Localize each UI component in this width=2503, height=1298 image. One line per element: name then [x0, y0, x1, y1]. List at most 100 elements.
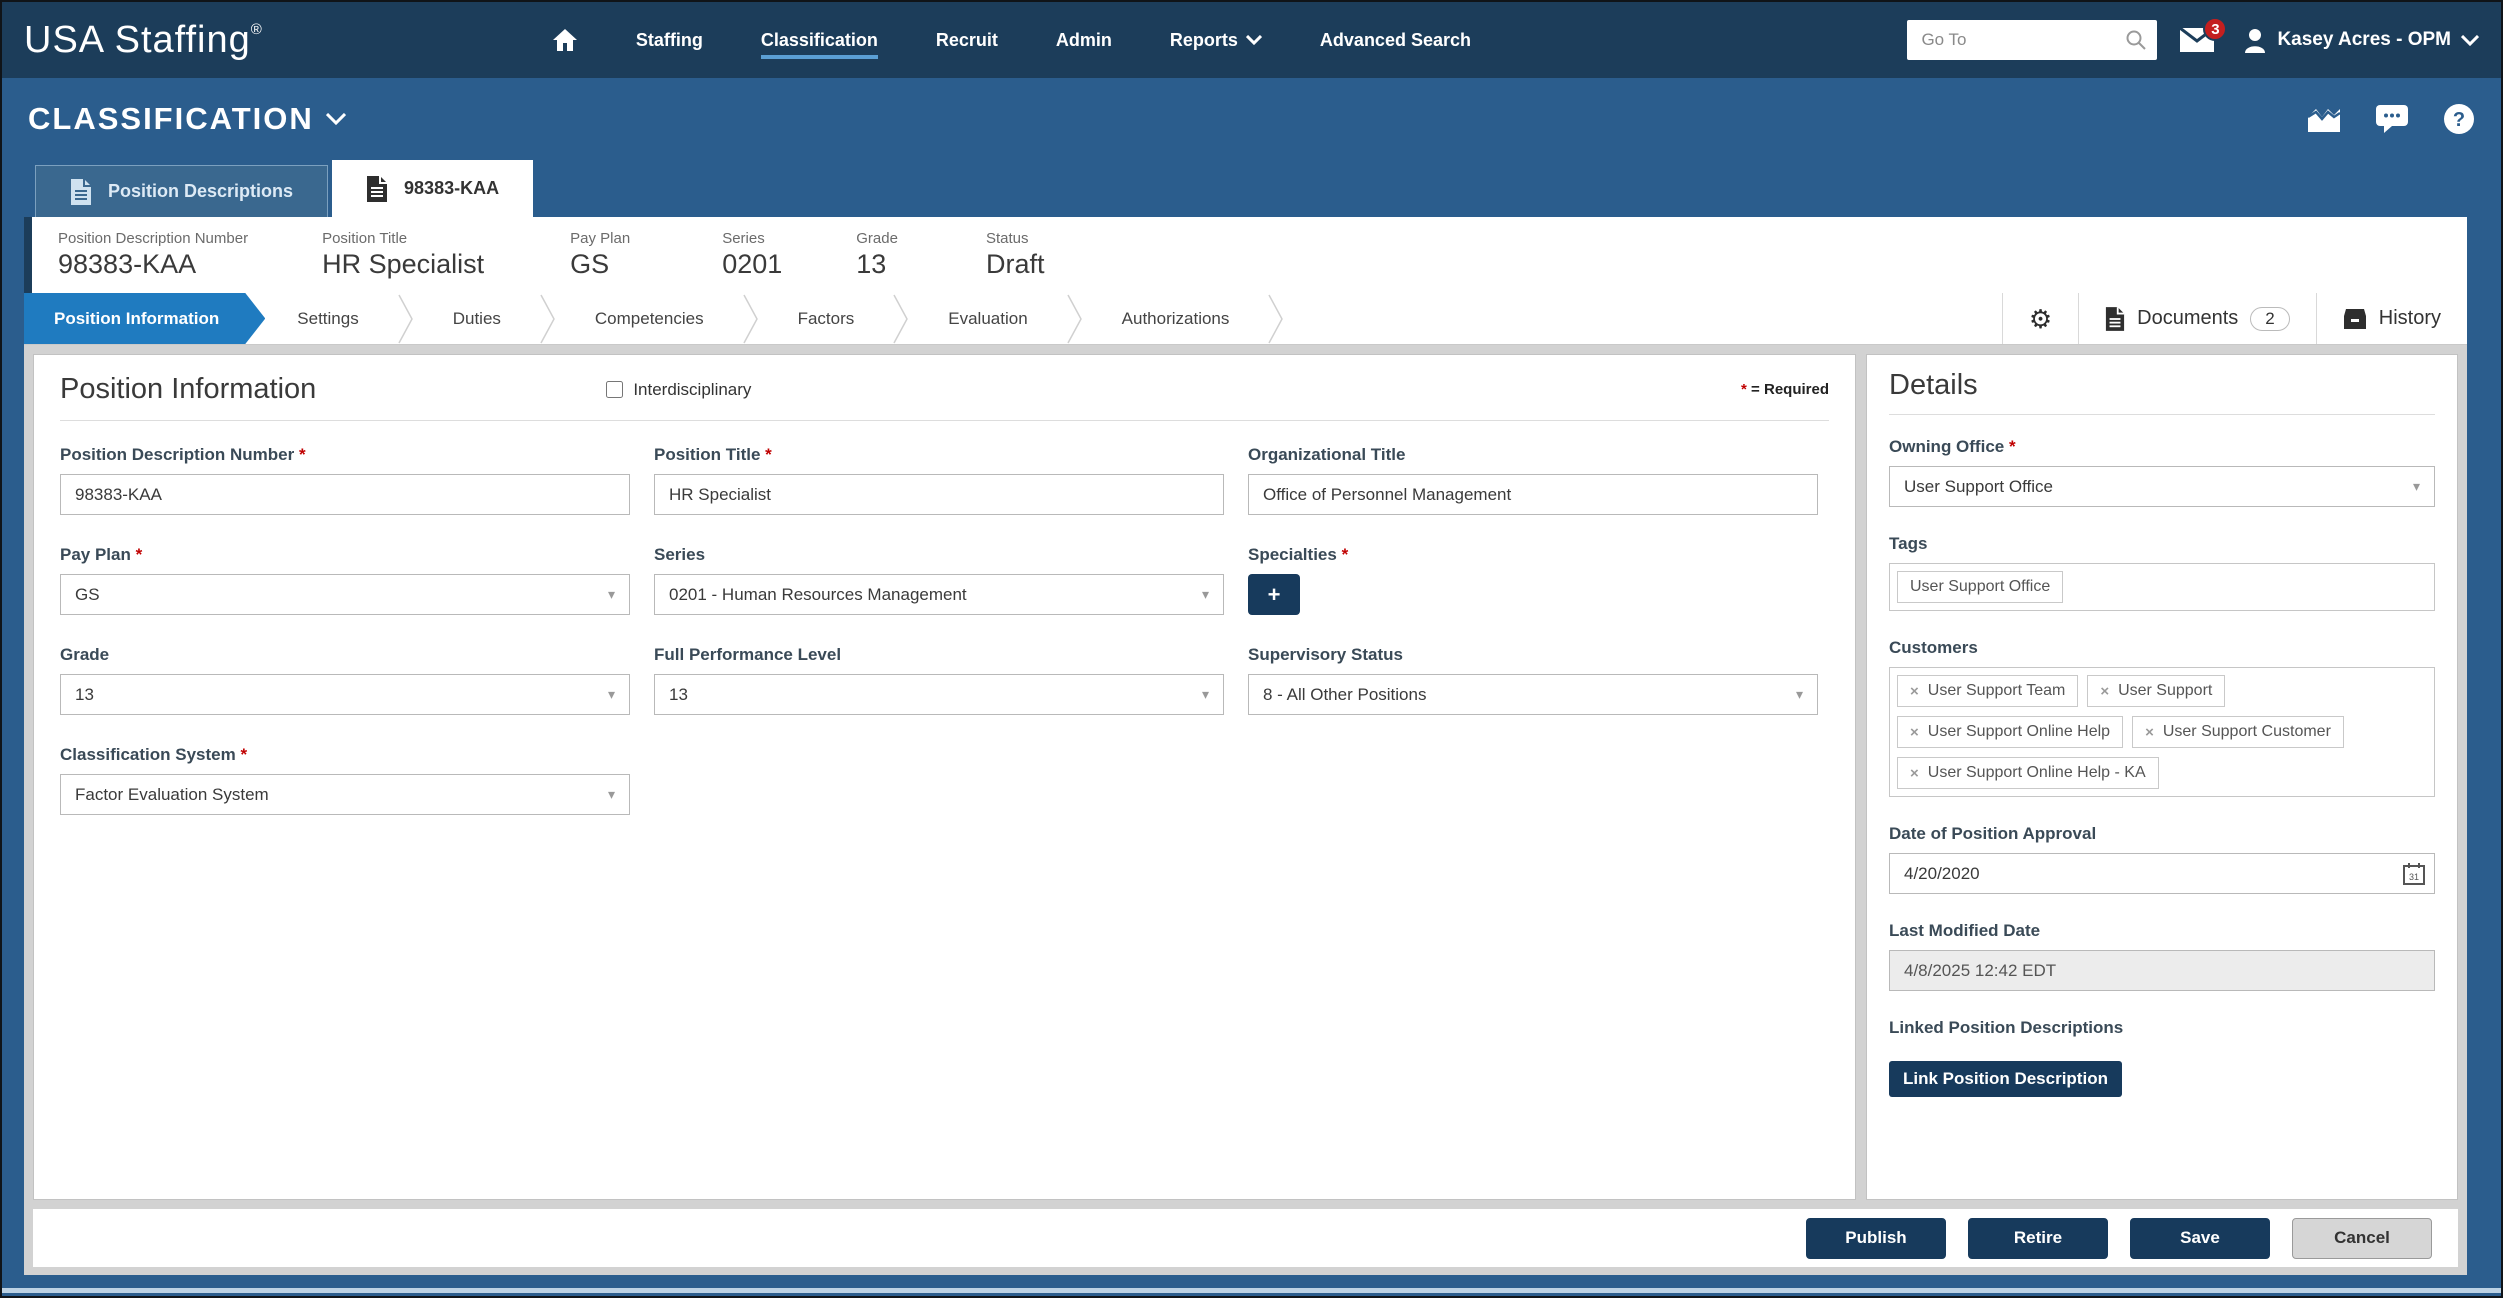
cards-row: Position Information Interdisciplinary *… — [33, 354, 2458, 1200]
documents-button[interactable]: Documents 2 — [2078, 293, 2316, 344]
caret-down-icon: ▾ — [2413, 478, 2420, 495]
nav-item-reports[interactable]: Reports — [1170, 22, 1262, 59]
customer-chip: × User Support Online Help - KA — [1897, 757, 2159, 789]
inbox-icon-svg — [2307, 105, 2341, 133]
step-competencies[interactable]: Competencies — [557, 293, 742, 344]
remove-chip-icon[interactable]: × — [1910, 765, 1919, 782]
customer-chip: × User Support Customer — [2132, 716, 2344, 748]
organizational-title-input[interactable] — [1248, 474, 1818, 515]
summary-value: GS — [570, 249, 630, 280]
position-title-input[interactable] — [654, 474, 1224, 515]
top-navigation-bar: USA Staffing ® Staffing Classification R… — [2, 2, 2501, 78]
remove-chip-icon[interactable]: × — [2100, 683, 2109, 700]
chevron-down-icon — [2461, 35, 2479, 46]
linked-position-descriptions-section: Linked Position Descriptions Link Positi… — [1889, 1018, 2435, 1097]
cancel-button[interactable]: Cancel — [2292, 1218, 2432, 1259]
series-select[interactable]: 0201 - Human Resources Management ▾ — [654, 574, 1224, 615]
home-icon[interactable] — [552, 20, 578, 60]
field-grade: Grade 13 ▾ — [60, 645, 630, 715]
approval-date-input[interactable] — [1889, 853, 2435, 894]
step-factors[interactable]: Factors — [760, 293, 893, 344]
nav-item-admin[interactable]: Admin — [1056, 22, 1112, 59]
save-button[interactable]: Save — [2130, 1218, 2270, 1259]
position-information-panel: Position Information Interdisciplinary *… — [33, 354, 1856, 1200]
inbox-icon[interactable] — [2307, 105, 2341, 133]
field-supervisory-status: Supervisory Status 8 - All Other Positio… — [1248, 645, 1818, 715]
tab-label: 98383-KAA — [404, 178, 499, 199]
documents-label: Documents — [2137, 307, 2238, 330]
classification-system-select[interactable]: Factor Evaluation System ▾ — [60, 774, 630, 815]
summary-value: 98383-KAA — [58, 249, 248, 280]
summary-label: Position Description Number — [58, 230, 248, 247]
remove-chip-icon[interactable]: × — [2145, 724, 2154, 741]
field-pay-plan: Pay Plan * GS ▾ — [60, 545, 630, 615]
full-performance-level-select[interactable]: 13 ▾ — [654, 674, 1224, 715]
details-header: Details — [1889, 369, 2435, 415]
summary-value: Draft — [986, 249, 1045, 280]
nav-item-classification[interactable]: Classification — [761, 22, 878, 59]
user-menu[interactable]: Kasey Acres - OPM — [2243, 27, 2479, 53]
gear-icon: ⚙ — [2029, 306, 2052, 332]
field-label: Series — [654, 545, 1224, 565]
tab-position-descriptions[interactable]: Position Descriptions — [35, 165, 328, 217]
customer-chip: × User Support Online Help — [1897, 716, 2123, 748]
position-description-number-input[interactable] — [60, 474, 630, 515]
summary-label: Pay Plan — [570, 230, 630, 247]
add-specialty-button[interactable]: + — [1248, 574, 1300, 615]
search-icon[interactable] — [2125, 29, 2147, 51]
messages-button[interactable]: 3 — [2179, 27, 2221, 53]
help-icon[interactable]: ? — [2443, 103, 2475, 135]
remove-chip-icon[interactable]: × — [1910, 724, 1919, 741]
documents-count-badge: 2 — [2250, 307, 2289, 331]
owning-office-select[interactable]: User Support Office ▾ — [1889, 466, 2435, 507]
step-duties[interactable]: Duties — [415, 293, 539, 344]
field-classification-system: Classification System * Factor Evaluatio… — [60, 745, 630, 815]
required-asterisk: * — [2009, 437, 2016, 456]
field-label-text: Position Title — [654, 445, 760, 464]
tab-98383-kaa[interactable]: 98383-KAA — [332, 160, 533, 217]
nav-item-advanced-search[interactable]: Advanced Search — [1320, 22, 1471, 59]
field-label: Position Description Number * — [60, 445, 630, 465]
caret-down-icon: ▾ — [608, 586, 615, 603]
field-label: Classification System * — [60, 745, 630, 765]
form-row-4: Classification System * Factor Evaluatio… — [60, 745, 1829, 815]
history-button[interactable]: History — [2316, 293, 2467, 344]
supervisory-status-select[interactable]: 8 - All Other Positions ▾ — [1248, 674, 1818, 715]
retire-button[interactable]: Retire — [1968, 1218, 2108, 1259]
feedback-chat-icon[interactable] — [2375, 104, 2409, 134]
customers-box[interactable]: × User Support Team × User Support × Use… — [1889, 667, 2435, 797]
step-settings[interactable]: Settings — [259, 293, 396, 344]
step-authorizations[interactable]: Authorizations — [1084, 293, 1268, 344]
page-title-menu[interactable]: CLASSIFICATION — [28, 101, 346, 137]
publish-button[interactable]: Publish — [1806, 1218, 1946, 1259]
tags-box[interactable]: User Support Office — [1889, 563, 2435, 611]
settings-gear-button[interactable]: ⚙ — [2002, 293, 2078, 344]
nav-item-staffing[interactable]: Staffing — [636, 22, 703, 59]
customer-chip-label: User Support Online Help - KA — [1928, 764, 2146, 782]
caret-down-icon: ▾ — [1796, 686, 1803, 703]
chevron-down-icon — [1246, 35, 1262, 45]
grade-select[interactable]: 13 ▾ — [60, 674, 630, 715]
step-separator — [397, 294, 415, 344]
interdisciplinary-checkbox[interactable] — [606, 381, 623, 398]
field-label: Organizational Title — [1248, 445, 1818, 465]
goto-search-input[interactable] — [1907, 20, 2157, 60]
remove-chip-icon[interactable]: × — [1910, 683, 1919, 700]
lower-content: Position Information Interdisciplinary *… — [24, 345, 2467, 1275]
chat-icon-svg — [2375, 104, 2409, 134]
calendar-icon[interactable]: 31 — [2403, 862, 2425, 885]
field-label: Tags — [1889, 534, 2435, 554]
step-evaluation[interactable]: Evaluation — [910, 293, 1065, 344]
selected-value: 13 — [669, 685, 688, 705]
selected-value: 8 - All Other Positions — [1263, 685, 1426, 705]
nav-item-recruit[interactable]: Recruit — [936, 22, 998, 59]
step-separator — [1066, 294, 1084, 344]
link-position-description-button[interactable]: Link Position Description — [1889, 1061, 2122, 1097]
field-label-text: Classification System — [60, 745, 236, 764]
field-last-modified-date: Last Modified Date — [1889, 921, 2435, 991]
pay-plan-select[interactable]: GS ▾ — [60, 574, 630, 615]
approval-date-wrap: 31 — [1889, 853, 2435, 894]
summary-label: Grade — [856, 230, 898, 247]
summary-field-title: Position Title HR Specialist — [322, 230, 484, 280]
step-position-information[interactable]: Position Information — [24, 293, 265, 344]
